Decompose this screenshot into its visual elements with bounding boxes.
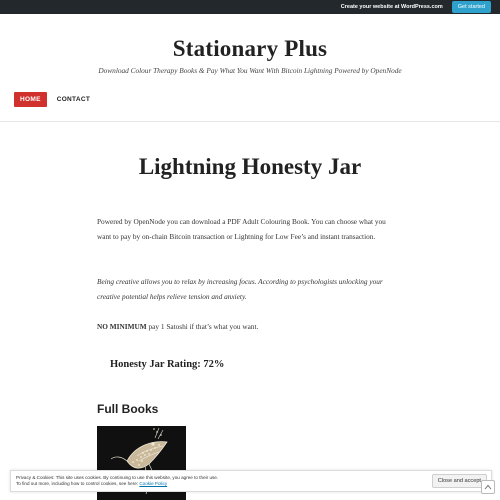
follow-button[interactable] — [481, 480, 495, 494]
promo-text[interactable]: Create your website at WordPress.com — [341, 4, 443, 10]
promo-bar: Create your website at WordPress.com Get… — [0, 0, 500, 14]
follow-icon — [484, 484, 492, 490]
close-and-accept-button[interactable]: Close and accept — [431, 474, 487, 488]
cookie-line-2-text: To find out more, including how to contr… — [16, 481, 140, 486]
page-title: Lightning Honesty Jar — [138, 154, 362, 179]
full-books-heading: Full Books — [97, 402, 159, 416]
no-minimum-label: NO MINIMUM — [97, 322, 147, 331]
get-started-button[interactable]: Get started — [451, 1, 491, 13]
header-divider — [0, 121, 500, 122]
site-title[interactable]: Stationary Plus — [0, 36, 500, 62]
minimum-paragraph: NO MINIMUM pay 1 Satoshi if that’s what … — [97, 319, 387, 334]
cookie-line-2: To find out more, including how to contr… — [16, 481, 416, 487]
nav-item-home[interactable]: HOME — [14, 92, 47, 107]
site-tagline: Download Colour Therapy Books & Pay What… — [98, 66, 402, 75]
intro-paragraph: Powered by OpenNode you can download a P… — [97, 217, 386, 241]
main-navigation: HOME CONTACT — [14, 92, 100, 107]
honesty-jar-rating: Honesty Jar Rating: 72% — [110, 359, 225, 370]
cookie-policy-link[interactable]: Cookie Policy — [139, 481, 167, 486]
cookie-banner: Privacy & Cookies: This site uses cookie… — [10, 470, 492, 492]
cookie-notice-text: Privacy & Cookies: This site uses cookie… — [16, 475, 416, 487]
nav-item-contact[interactable]: CONTACT — [51, 92, 96, 107]
minimum-text: pay 1 Satoshi if that’s what you want. — [146, 322, 259, 331]
creative-paragraph: Being creative allows you to relax by in… — [97, 277, 383, 301]
